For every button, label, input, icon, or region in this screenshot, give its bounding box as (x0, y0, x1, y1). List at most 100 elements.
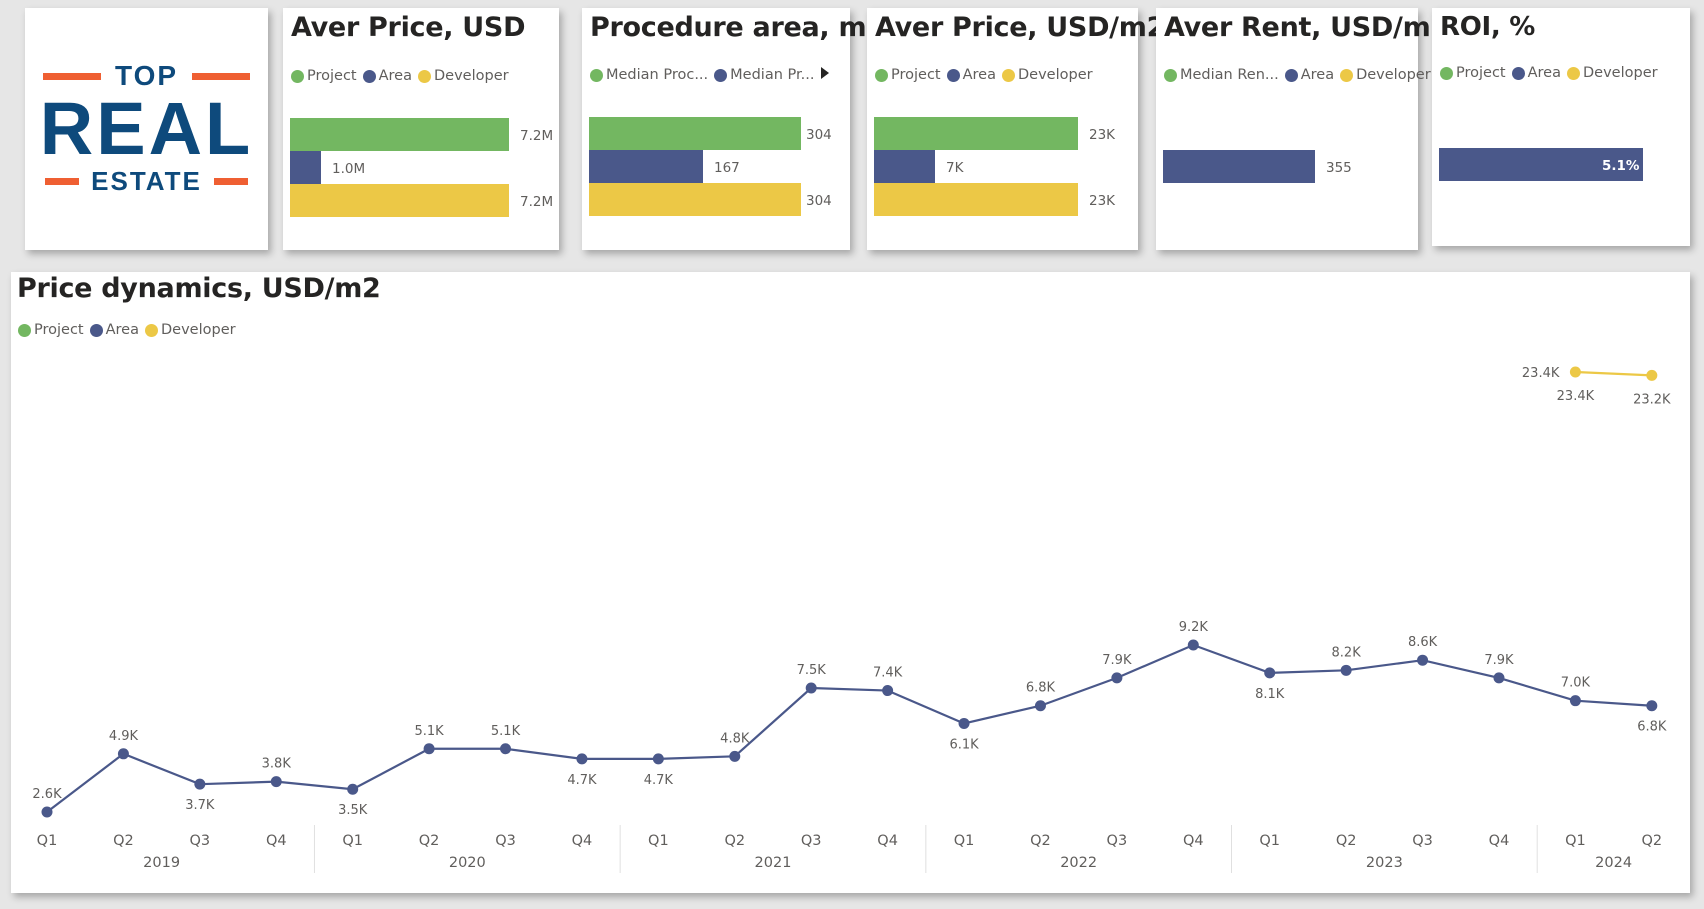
legend-item-area[interactable]: Area (362, 68, 412, 84)
area-data-label: 3.7K (185, 798, 215, 813)
legend-label: Area (378, 68, 412, 84)
area-data-point[interactable] (1417, 654, 1429, 666)
legend-item-project[interactable]: Project (875, 67, 941, 83)
area-data-label: 7.0K (1561, 676, 1591, 691)
bar-area[interactable] (1163, 150, 1315, 183)
area-data-label: 7.9K (1102, 653, 1132, 668)
x-tick-label-quarter: Q4 (572, 833, 593, 849)
area-data-point[interactable] (1034, 700, 1046, 712)
x-tick-label-year: 2024 (1595, 855, 1632, 871)
area-data-label: 2.6K (32, 787, 62, 802)
area-data-label: 6.1K (949, 737, 979, 752)
card-roi[interactable]: ROI, % Project Area Developer 5.1% (1432, 8, 1690, 246)
area-data-point[interactable] (882, 685, 894, 697)
bar-label-project: 23K (1089, 127, 1116, 143)
bar-project[interactable] (874, 117, 1078, 150)
x-tick-label-quarter: Q4 (266, 833, 287, 849)
legend-item-project[interactable]: Project (291, 68, 357, 84)
area-data-point[interactable] (958, 717, 970, 729)
area-data-point[interactable] (500, 743, 512, 755)
legend-item-area[interactable]: Area (946, 67, 996, 83)
area-data-point[interactable] (729, 750, 741, 762)
legend-item-developer[interactable]: Developer (1567, 65, 1658, 81)
card-title: Aver Price, USD (291, 12, 526, 43)
legend-item-area[interactable]: Area (1511, 65, 1561, 81)
bar-label-area: 167 (714, 160, 740, 176)
bar-project[interactable] (290, 118, 509, 151)
area-data-label: 4.7K (644, 773, 674, 788)
area-data-label: 8.6K (1408, 635, 1438, 650)
x-tick-label-quarter: Q2 (1641, 833, 1662, 849)
x-tick-label-quarter: Q4 (1489, 833, 1510, 849)
card-title: Aver Price, USD/m2 (875, 12, 1166, 43)
legend-item-median-pr[interactable]: Median Pr... (714, 67, 814, 83)
area-data-point[interactable] (1493, 672, 1505, 684)
legend-label: Developer (1356, 67, 1431, 83)
bar-developer[interactable] (290, 184, 509, 217)
bar-area[interactable] (874, 150, 935, 183)
area-data-point[interactable] (194, 778, 206, 790)
area-dot-icon (714, 68, 728, 82)
x-tick-label-quarter: Q4 (877, 833, 898, 849)
area-data-point[interactable] (423, 743, 435, 755)
area-data-point[interactable] (576, 753, 588, 765)
area-data-point[interactable] (1264, 667, 1276, 679)
legend-item-area[interactable]: Area (1284, 67, 1334, 83)
developer-data-point[interactable] (1569, 366, 1581, 378)
legend-next-arrow-icon[interactable] (821, 67, 829, 79)
area-data-point[interactable] (41, 806, 53, 818)
area-data-label: 6.8K (1026, 681, 1056, 696)
x-tick-label-quarter: Q2 (1336, 833, 1357, 849)
bar-developer[interactable] (589, 183, 801, 216)
legend-label: Developer (1018, 67, 1093, 83)
legend-item-project[interactable]: Project (1440, 65, 1506, 81)
card-title: ROI, % (1440, 12, 1535, 42)
legend-item-developer[interactable]: Developer (1340, 67, 1431, 83)
x-tick-label-quarter: Q2 (113, 833, 134, 849)
x-tick-label-quarter: Q1 (648, 833, 669, 849)
line-chart[interactable]: 2.6K 4.9K 3.7K 3.8K 3.5K 5.1K 5.1K 4.7K 4.7K 4.8K… (11, 272, 1690, 893)
x-tick-label-quarter: Q3 (1107, 833, 1128, 849)
card-procedure-area[interactable]: Procedure area, m2 Median Proc... Median… (582, 8, 885, 250)
card-aver-price[interactable]: Aver Price, USD Project Area Developer 7… (283, 8, 559, 250)
x-tick-label-quarter: Q3 (495, 833, 516, 849)
area-data-point[interactable] (1187, 639, 1199, 651)
area-data-point[interactable] (1340, 664, 1352, 676)
legend-item-developer[interactable]: Developer (1002, 67, 1093, 83)
x-tick-label-quarter: Q3 (190, 833, 211, 849)
area-data-point[interactable] (1111, 672, 1123, 684)
legend-label: Median Pr... (730, 67, 815, 83)
area-data-label: 4.8K (720, 731, 750, 746)
area-data-point[interactable] (1569, 695, 1581, 707)
x-tick-label-quarter: Q4 (1183, 833, 1204, 849)
area-data-point[interactable] (347, 783, 359, 795)
logo-dash-left (42, 72, 101, 80)
developer-dot-icon (1567, 66, 1580, 80)
developer-data-point[interactable] (1646, 369, 1658, 381)
area-dot-icon (1284, 68, 1298, 82)
legend-label: Developer (434, 68, 509, 84)
bar-label-area: 355 (1326, 160, 1352, 176)
area-data-point[interactable] (117, 748, 129, 760)
card-aver-price-m2[interactable]: Aver Price, USD/m2 Project Area Develope… (867, 8, 1165, 250)
legend-item-median-proc[interactable]: Median Proc... (590, 67, 708, 83)
bar-area[interactable] (290, 151, 321, 184)
price-dynamics-card[interactable]: Price dynamics, USD/m2 Project Area Deve… (11, 272, 1690, 893)
x-tick-label-quarter: Q3 (1412, 833, 1433, 849)
legend-item-developer[interactable]: Developer (418, 68, 509, 84)
area-data-point[interactable] (1646, 700, 1658, 712)
bar-project[interactable] (589, 117, 801, 150)
area-data-point[interactable] (805, 682, 817, 694)
card-aver-rent[interactable]: Aver Rent, USD/m2 Median Ren... Area Dev… (1156, 8, 1449, 250)
area-data-label: 6.8K (1637, 720, 1667, 735)
logo-dash-left-bottom (45, 178, 80, 185)
area-data-label: 5.1K (414, 724, 444, 739)
area-data-point[interactable] (270, 776, 282, 788)
legend-item-median-rent[interactable]: Median Ren... (1164, 67, 1279, 83)
x-tick-label-quarter: Q1 (1259, 833, 1280, 849)
bar-area[interactable] (589, 150, 703, 183)
area-data-point[interactable] (652, 753, 664, 765)
area-data-label: 7.4K (873, 666, 903, 681)
bar-developer[interactable] (874, 183, 1078, 216)
logo-dash-right-bottom (213, 178, 248, 185)
